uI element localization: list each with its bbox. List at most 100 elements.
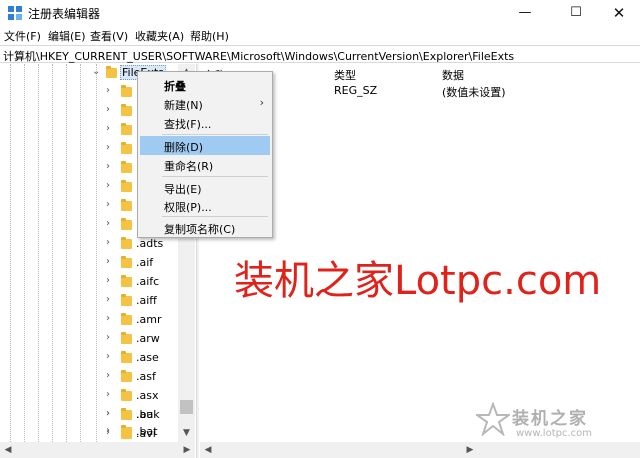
chevron-right-icon[interactable]: › — [106, 351, 110, 362]
chevron-right-icon[interactable]: › — [106, 256, 110, 267]
column-type[interactable]: 类型 — [334, 67, 356, 83]
folder-icon — [121, 313, 132, 325]
address-path[interactable]: 计算机\HKEY_CURRENT_USER\SOFTWARE\Microsoft… — [3, 48, 514, 64]
folder-icon — [121, 218, 132, 230]
chevron-right-icon[interactable]: › — [106, 180, 110, 191]
menu-item-label: 查找(F)... — [164, 118, 212, 131]
chevron-right-icon[interactable]: › — [106, 104, 110, 115]
folder-icon — [121, 199, 132, 211]
chevron-right-icon[interactable]: › — [106, 332, 110, 343]
column-data[interactable]: 数据 — [442, 67, 464, 83]
tree-item-label: .amr — [136, 313, 162, 326]
maximize-button[interactable]: ☐ — [553, 0, 599, 26]
watermark-logo-url: www.lotpc.com — [516, 428, 592, 439]
menu-item-label: 新建(N) — [164, 99, 203, 112]
tree-item[interactable]: › .aif — [0, 254, 178, 273]
folder-icon — [121, 408, 132, 420]
folder-icon — [121, 370, 132, 382]
tree-item-label: .aifc — [136, 275, 160, 288]
menu-bar: 文件(F) 编辑(E) 查看(V) 收藏夹(A) 帮助(H) — [0, 26, 640, 45]
tree-item[interactable]: › .ase — [0, 349, 178, 368]
submenu-arrow-icon: › — [259, 96, 264, 109]
chevron-right-icon[interactable]: › — [106, 218, 110, 229]
watermark-logo-text: 装机之家 — [512, 409, 588, 429]
menu-item-find[interactable]: 查找(F)... — [140, 113, 270, 132]
tree-item[interactable]: › .aiff — [0, 292, 178, 311]
scroll-left-icon[interactable]: ◀ — [0, 442, 16, 458]
tree-item[interactable]: › .amr — [0, 311, 178, 330]
tree-item-label: .asx — [136, 389, 159, 402]
folder-icon — [121, 332, 132, 344]
registry-editor-icon — [8, 6, 22, 20]
menu-edit[interactable]: 编辑(E) — [48, 28, 86, 44]
menu-item-delete[interactable]: 删除(D) — [140, 136, 270, 155]
folder-icon — [121, 85, 132, 97]
tree-item-label: .aiff — [136, 294, 157, 307]
tree-item-label: .ase — [136, 351, 159, 364]
window-title: 注册表编辑器 — [28, 7, 101, 21]
tree-horizontal-scrollbar[interactable]: ◀ ▶ — [0, 442, 195, 458]
menu-item-label: 复制项名称(C) — [164, 223, 236, 236]
scroll-right-icon[interactable]: ▶ — [179, 442, 195, 458]
menu-file[interactable]: 文件(F) — [4, 28, 41, 44]
tree-item[interactable]: › .asx — [0, 387, 178, 406]
folder-icon — [121, 256, 132, 268]
folder-icon — [121, 180, 132, 192]
menu-view[interactable]: 查看(V) — [90, 28, 128, 44]
menu-item-copy-key-name[interactable]: 复制项名称(C) — [140, 218, 270, 237]
chevron-right-icon[interactable]: › — [106, 275, 110, 286]
tree-item[interactable]: › .arw — [0, 330, 178, 349]
minimize-button[interactable]: — — [502, 0, 548, 26]
menu-item-label: 删除(D) — [164, 141, 204, 154]
menu-item-collapse[interactable]: 折叠 — [140, 75, 270, 94]
tree-item[interactable]: › .aifc — [0, 273, 178, 292]
menu-separator — [162, 134, 268, 135]
tree-item[interactable]: › .asf — [0, 368, 178, 387]
menu-item-label: 重命名(R) — [164, 160, 214, 173]
value-type: REG_SZ — [334, 84, 378, 97]
menu-item-label: 导出(E) — [164, 183, 202, 196]
chevron-right-icon[interactable]: › — [106, 408, 110, 419]
scroll-left-icon[interactable]: ◀ — [200, 442, 216, 458]
menu-item-rename[interactable]: 重命名(R) — [140, 155, 270, 174]
menu-help[interactable]: 帮助(H) — [190, 28, 229, 44]
chevron-right-icon[interactable]: › — [106, 389, 110, 400]
close-button[interactable]: ✕ — [596, 0, 640, 26]
menu-item-label: 权限(P)... — [164, 201, 212, 214]
tree-item-label: .adts — [136, 237, 164, 250]
chevron-right-icon[interactable]: › — [106, 425, 110, 436]
folder-icon — [121, 161, 132, 173]
tree-item-label: .asf — [136, 370, 156, 383]
tree-item-label: .bat — [136, 425, 158, 438]
chevron-right-icon[interactable]: › — [106, 294, 110, 305]
chevron-down-icon[interactable]: ⌄ — [92, 66, 100, 77]
address-bar[interactable]: 计算机\HKEY_CURRENT_USER\SOFTWARE\Microsoft… — [0, 45, 640, 63]
scrollbar-thumb[interactable] — [180, 400, 193, 414]
menu-item-label: 折叠 — [164, 80, 186, 93]
value-data: (数值未设置) — [442, 86, 506, 99]
chevron-right-icon[interactable]: › — [106, 313, 110, 324]
chevron-right-icon[interactable]: › — [106, 370, 110, 381]
folder-icon — [121, 123, 132, 135]
tree-item-label: .arw — [136, 332, 160, 345]
tree-item[interactable]: › .bat — [0, 423, 178, 442]
chevron-right-icon[interactable]: › — [106, 199, 110, 210]
menu-separator — [162, 176, 268, 177]
tree-item-label: .aif — [136, 256, 154, 269]
menu-separator — [162, 216, 268, 217]
menu-item-export[interactable]: 导出(E) — [140, 178, 270, 197]
star-logo-icon — [476, 402, 510, 436]
tree-item-label: .bak — [136, 408, 160, 421]
menu-favorites[interactable]: 收藏夹(A) — [135, 28, 184, 44]
menu-item-permissions[interactable]: 权限(P)... — [140, 196, 270, 215]
watermark-logo: 装机之家 www.lotpc.com — [472, 398, 632, 448]
chevron-right-icon[interactable]: › — [106, 161, 110, 172]
folder-icon — [121, 389, 132, 401]
menu-item-new[interactable]: 新建(N) › — [140, 94, 270, 113]
chevron-right-icon[interactable]: › — [106, 123, 110, 134]
chevron-right-icon[interactable]: › — [106, 237, 110, 248]
scroll-down-icon[interactable]: ▼ — [178, 425, 195, 442]
chevron-right-icon[interactable]: › — [106, 85, 110, 96]
chevron-right-icon[interactable]: › — [106, 142, 110, 153]
folder-icon — [106, 66, 117, 78]
